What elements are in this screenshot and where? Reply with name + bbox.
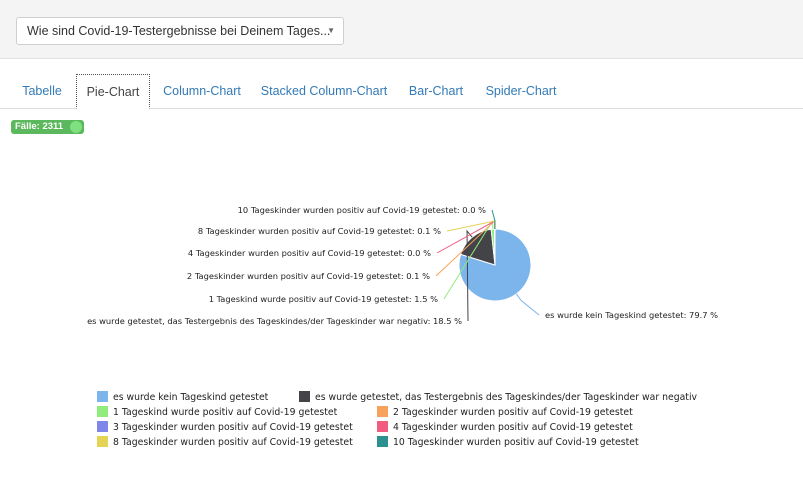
data-label-slice-0: es wurde kein Tageskind getestet: 79.7 % [545, 310, 718, 320]
legend-item-slice-0[interactable]: es wurde kein Tageskind getestet [97, 391, 269, 403]
legend-swatch-slice-3 [377, 406, 388, 417]
data-label-slice-7: 10 Tageskinder wurden positiv auf Covid-… [238, 205, 486, 215]
data-label-slice-2: 1 Tageskind wurde positiv auf Covid-19 g… [209, 294, 438, 304]
legend-item-slice-3[interactable]: 2 Tageskinder wurden positiv auf Covid-1… [377, 406, 633, 418]
data-label-slice-3: 2 Tageskinder wurden positiv auf Covid-1… [187, 271, 430, 281]
legend-swatch-slice-7 [377, 436, 388, 447]
legend-label-slice-3: 2 Tageskinder wurden positiv auf Covid-1… [393, 407, 633, 418]
legend-item-slice-1[interactable]: es wurde getestet, das Testergebnis des … [299, 391, 698, 403]
legend-swatch-slice-6 [97, 436, 108, 447]
legend-item-slice-5[interactable]: 4 Tageskinder wurden positiv auf Covid-1… [377, 421, 633, 433]
legend-swatch-slice-5 [377, 421, 388, 432]
pie-chart: es wurde kein Tageskind getestet: 79.7 %… [87, 205, 718, 448]
legend-label-slice-7: 10 Tageskinder wurden positiv auf Covid-… [393, 437, 639, 448]
legend-label-slice-0: es wurde kein Tageskind getestet [113, 392, 269, 403]
legend-swatch-slice-2 [97, 406, 108, 417]
label-connector-slice-0 [515, 293, 540, 316]
legend-label-slice-4: 3 Tageskinder wurden positiv auf Covid-1… [113, 422, 353, 433]
data-label-slice-5: 4 Tageskinder wurden positiv auf Covid-1… [188, 248, 431, 258]
legend-item-slice-6[interactable]: 8 Tageskinder wurden positiv auf Covid-1… [97, 436, 353, 448]
legend-item-slice-7[interactable]: 10 Tageskinder wurden positiv auf Covid-… [377, 436, 639, 448]
legend-label-slice-6: 8 Tageskinder wurden positiv auf Covid-1… [113, 437, 353, 448]
legend-label-slice-1: es wurde getestet, das Testergebnis des … [315, 392, 698, 403]
legend-label-slice-2: 1 Tageskind wurde positiv auf Covid-19 g… [113, 407, 338, 418]
legend-item-slice-2[interactable]: 1 Tageskind wurde positiv auf Covid-19 g… [97, 406, 338, 418]
data-label-slice-6: 8 Tageskinder wurden positiv auf Covid-1… [198, 226, 441, 236]
legend-swatch-slice-4 [97, 421, 108, 432]
legend-label-slice-5: 4 Tageskinder wurden positiv auf Covid-1… [393, 422, 633, 433]
data-label-slice-1: es wurde getestet, das Testergebnis des … [87, 316, 462, 326]
legend-swatch-slice-0 [97, 391, 108, 402]
legend-item-slice-4[interactable]: 3 Tageskinder wurden positiv auf Covid-1… [97, 421, 353, 433]
legend-swatch-slice-1 [299, 391, 310, 402]
